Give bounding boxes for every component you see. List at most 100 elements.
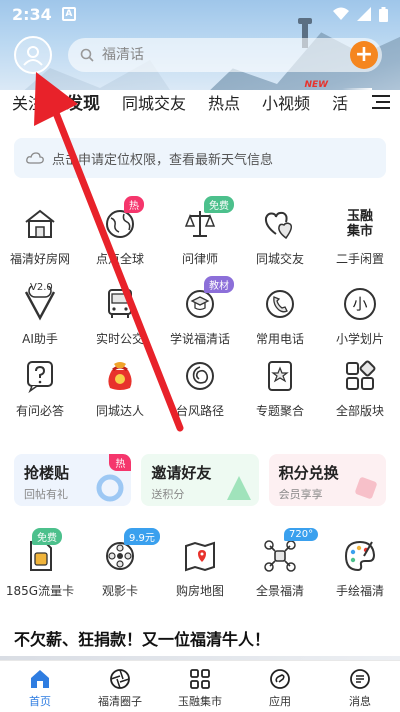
promo-card-invite[interactable]: 邀请好友 送积分 [141,454,259,506]
grid-item-movie-card[interactable]: 9.9元 观影卡 [80,528,160,599]
grid-item-hand-drawn[interactable]: 手绘福清 [320,536,400,599]
promo-card-points[interactable]: 积分兑换 会员享享 [268,454,386,506]
grid-item-typhoon[interactable]: 台风路径 [160,356,240,419]
grid-icon [188,667,212,691]
grid-item-topics[interactable]: 专题聚合 [240,356,320,419]
grid-item-panorama[interactable]: 720° 全景福清 [240,528,320,599]
grid-label: 同城交友 [255,252,304,266]
article-title[interactable]: 不欠薪、狂捐款！又一位福清牛人！ [14,626,270,650]
new-badge: NEW [304,80,329,90]
tab-follow[interactable]: 关注 [12,90,44,114]
price-tag: 9.9元 [124,528,160,545]
grid-label: 实时公交 [95,332,144,346]
promo-row: 抢楼贴 回帖有礼 热 邀请好友 送积分 积分兑换 会员享享 [14,454,386,506]
hot-tag: 热 [124,196,144,213]
grid-label: 全景福清 [255,584,304,598]
phone-icon [260,284,300,324]
user-icon [23,46,43,66]
tab-short-video[interactable]: 小视频 NEW [262,80,328,114]
drone-icon [260,536,300,576]
grid-item-data-card[interactable]: 免费 185G流量卡 [0,528,80,599]
grid-item-second-hand[interactable]: 玉融集市 二手闲置 [320,204,400,267]
battery-icon [379,6,388,22]
grid-item-phone[interactable]: 常用电话 [240,284,320,347]
search-icon [80,48,94,62]
bus-icon [100,284,140,324]
grid-item-school-district[interactable]: 小 小学划片 [320,284,400,347]
avatar[interactable] [14,36,52,74]
version-text: V2.0 [30,282,53,293]
map-icon [180,536,220,576]
hearts-icon [260,204,300,244]
grid-item-dialect[interactable]: 教材 学说福清话 [160,276,240,347]
promo-card-floor-post[interactable]: 抢楼贴 回帖有礼 热 [14,454,132,506]
tab-local-dating[interactable]: 同城交友 [122,90,186,114]
grid-label: 手绘福清 [335,584,384,598]
grid-label: 问律师 [181,252,218,266]
nav-messages[interactable]: 消息 [320,661,400,712]
nav-label: 应用 [269,695,291,708]
grid-item-housing-map[interactable]: 购房地图 [160,536,240,599]
tab-hot[interactable]: 热点 [208,90,240,114]
grid-item-dating[interactable]: 同城交友 [240,204,320,267]
textbook-tag: 教材 [204,276,234,293]
house-icon [20,204,60,244]
nav-circles[interactable]: 福清圈子 [80,661,160,712]
status-bar: 2:34 A [0,0,400,28]
grid-item-housing[interactable]: 福清好房网 [0,204,80,267]
grid-item-all-sections[interactable]: 全部版块 [320,356,400,419]
search-bar[interactable]: + [68,38,382,72]
notification-app-icon: A [61,7,76,21]
palette-icon [340,536,380,576]
grid-item-qa[interactable]: 有问必答 [0,356,80,419]
grid-squares-icon [340,356,380,396]
lucky-bag-icon [100,356,140,396]
grid-label: 台风路径 [175,404,224,418]
menu-icon[interactable] [372,94,390,110]
aperture-icon [108,667,132,691]
panorama-tag: 720° [284,528,319,541]
grid-label: 同城达人 [95,404,144,418]
question-icon [20,356,60,396]
nav-market[interactable]: 玉融集市 [160,661,240,712]
grid-label: AI助手 [22,332,58,346]
nav-label: 玉融集市 [178,695,222,708]
grid-label: 二手闲置 [335,252,384,266]
grid-item-ai-assistant[interactable]: V2.0 AI助手 [0,282,80,347]
top-bar: + [0,34,400,74]
message-icon [348,667,372,691]
category-tabs: 关注 发现 同城交友 热点 小视频 NEW 活 [0,80,400,114]
home-icon [28,667,52,691]
wifi-icon [333,7,349,20]
grid-label: 185G流量卡 [5,584,75,598]
search-input[interactable] [102,47,322,63]
service-grid-row: 免费 185G流量卡 9.9元 观影卡 购房地图 720° 全景福清 手绘福清 [0,528,400,599]
hot-badge: 热 [109,454,132,471]
grid-label: 观影卡 [101,584,138,598]
service-grid-row: 有问必答 同城达人 台风路径 专题聚合 全部版块 [0,356,400,419]
grid-label: 点点全球 [95,252,144,266]
apps-icon [268,667,292,691]
grid-item-global[interactable]: 热 点点全球 [80,196,160,267]
status-time: 2:34 [12,4,52,24]
typhoon-icon [180,356,220,396]
grid-label: 购房地图 [175,584,224,598]
tab-discover[interactable]: 发现 [66,89,100,114]
nav-label: 首页 [29,695,51,708]
free-tag: 免费 [204,196,234,213]
grid-item-lawyer[interactable]: 免费 问律师 [160,196,240,267]
grid-item-bus[interactable]: 实时公交 [80,284,160,347]
nav-home[interactable]: 首页 [0,661,80,712]
add-button[interactable]: + [350,41,378,69]
bottom-nav: 首页 福清圈子 玉融集市 应用 消息 [0,660,400,712]
nav-apps[interactable]: 应用 [240,661,320,712]
ring-decoration-icon [96,474,124,502]
triangle-decoration-icon [226,476,251,500]
weather-bar[interactable]: 点击申请定位权限，查看最新天气信息 [14,138,386,178]
cloud-icon [26,152,44,164]
free-tag: 免费 [32,528,62,545]
grid-item-experts[interactable]: 同城达人 [80,356,160,419]
nav-label: 福清圈子 [98,695,142,708]
school-icon: 小 [340,284,380,324]
square-decoration-icon [355,477,377,499]
